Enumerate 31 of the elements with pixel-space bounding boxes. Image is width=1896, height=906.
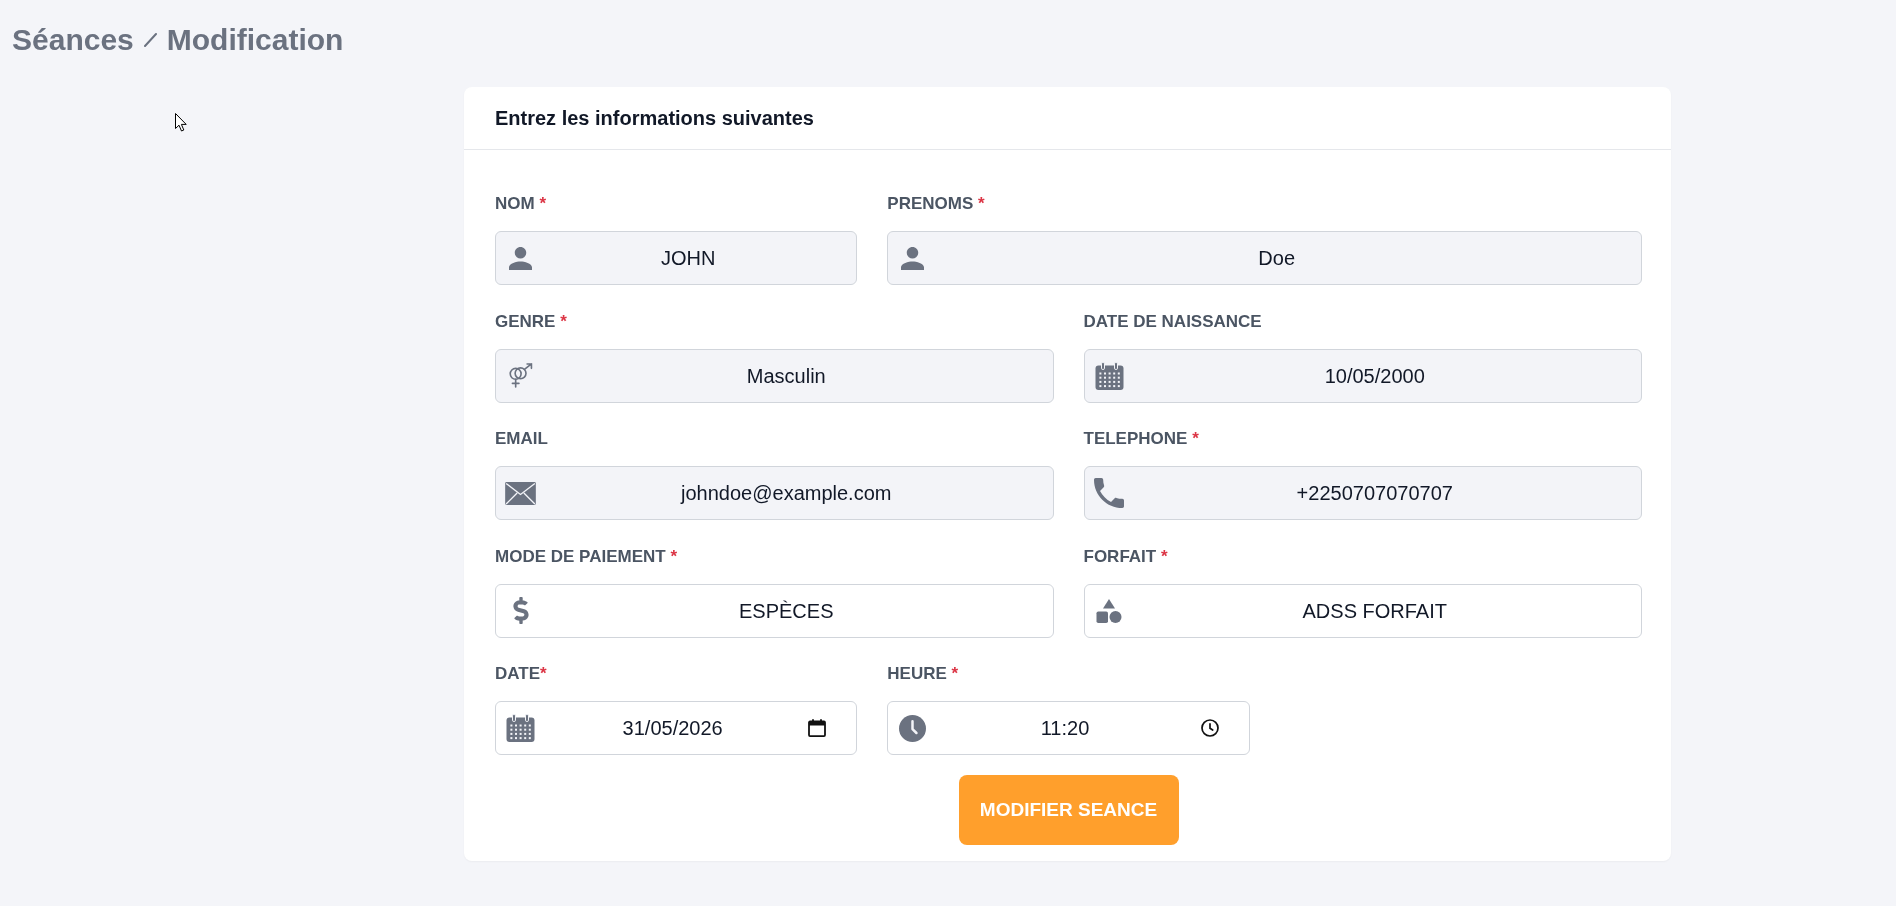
package-field[interactable]: ADSS FORFAIT	[1083, 583, 1642, 638]
date-field[interactable]: 31/05/2026	[495, 701, 858, 755]
envelope-icon	[505, 481, 536, 505]
breadcrumb-separator-icon	[143, 32, 157, 47]
breadcrumb-current: Modification	[166, 22, 344, 58]
person-icon	[509, 246, 532, 270]
field-label: DATE DE NAISSANCE	[1083, 311, 1263, 332]
time-field[interactable]: 11:20	[887, 701, 1250, 755]
phone-icon	[1094, 478, 1124, 508]
gender-symbol-icon	[508, 363, 533, 388]
field-label: DATE*	[495, 664, 548, 684]
clock-icon	[899, 714, 927, 742]
card-title: Entrez les informations suivantes	[495, 106, 814, 131]
calendar-picker-icon[interactable]	[808, 719, 827, 737]
payment-method-field[interactable]: ESPÈCES	[495, 583, 1054, 638]
field-label: MODE DE PAIEMENT *	[495, 546, 678, 567]
field-label: HEURE *	[887, 664, 960, 684]
calendar-icon	[1094, 361, 1124, 390]
field-label: EMAIL	[495, 429, 549, 449]
field-label: PRENOMS *	[887, 194, 986, 214]
breadcrumb-link[interactable]: Séances	[12, 22, 134, 58]
mouse-pointer-icon	[175, 113, 187, 132]
calendar-icon	[506, 714, 535, 742]
field-label: GENRE *	[495, 311, 568, 332]
field-label: TELEPHONE *	[1083, 429, 1200, 449]
shapes-icon	[1096, 597, 1122, 624]
clock-picker-icon[interactable]	[1200, 719, 1219, 737]
field-label: NOM *	[495, 194, 548, 214]
person-icon	[901, 246, 925, 270]
field-label: FORFAIT *	[1083, 546, 1169, 567]
dollar-sign-icon	[512, 597, 529, 624]
